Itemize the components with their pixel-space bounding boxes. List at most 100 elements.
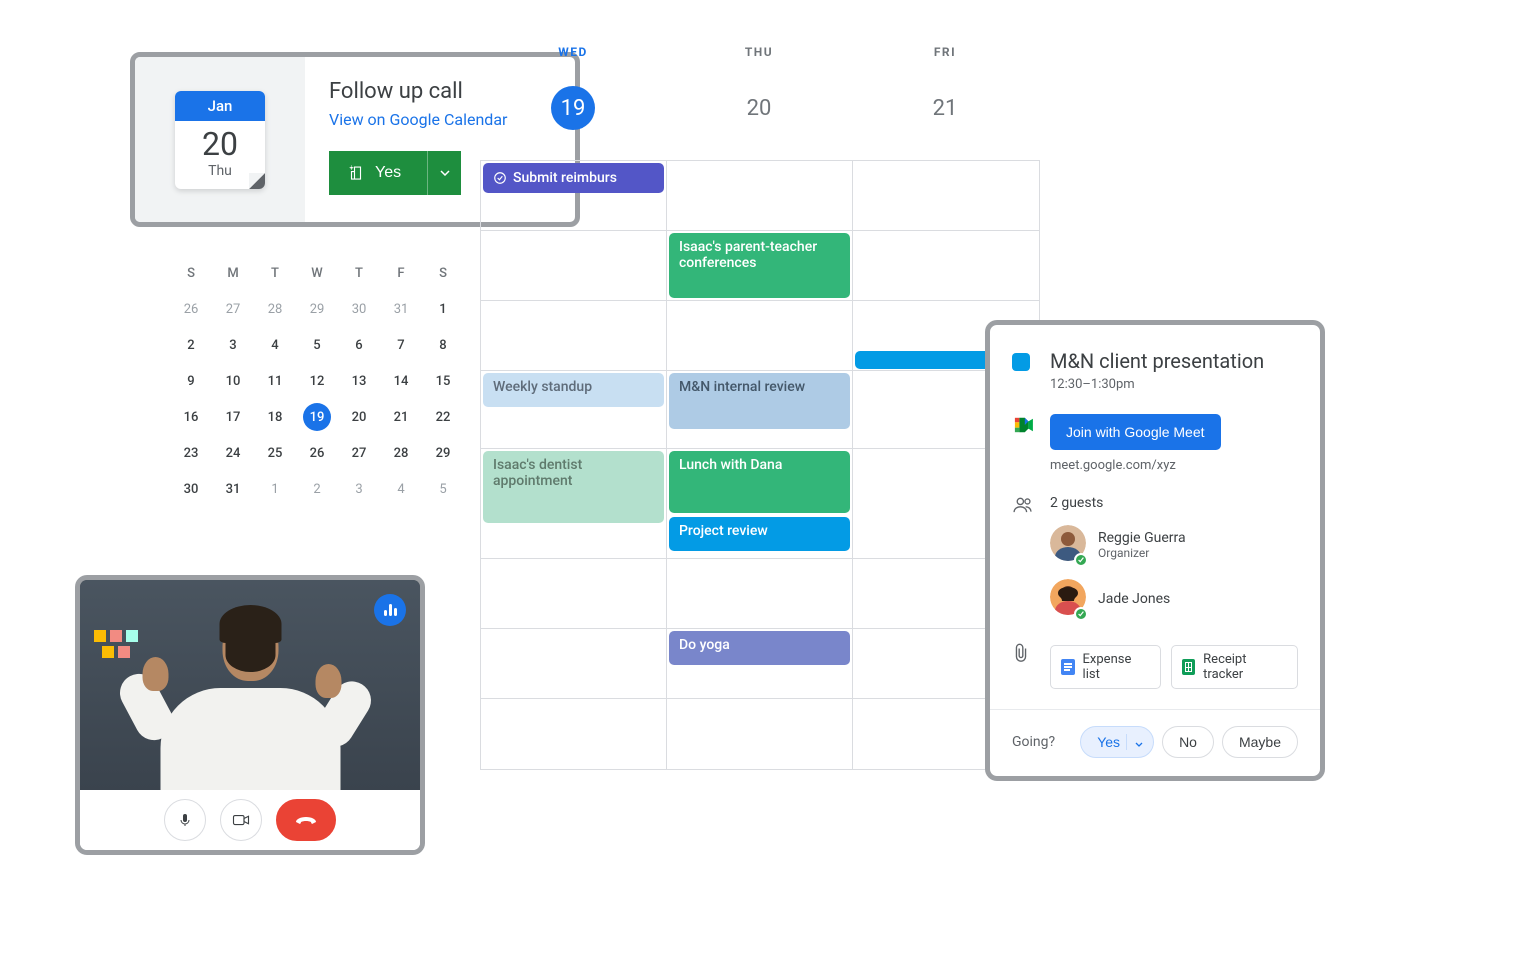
week-grid-body: Submit reimburs Isaac's parent-teacher c…: [480, 160, 1040, 770]
audio-activity-icon: [374, 594, 406, 626]
camera-button[interactable]: [220, 799, 262, 841]
docs-icon: [1061, 659, 1075, 675]
mini-cal-day[interactable]: 7: [380, 327, 422, 363]
mini-cal-day[interactable]: 21: [380, 399, 422, 435]
mini-cal-day[interactable]: 3: [338, 471, 380, 507]
week-dow-label: FRI: [852, 45, 1038, 59]
mini-cal-day[interactable]: 13: [338, 363, 380, 399]
camera-icon: [232, 813, 250, 827]
event-lunch-dana[interactable]: Lunch with Dana: [669, 451, 850, 513]
mini-cal-day[interactable]: 20: [338, 399, 380, 435]
mini-cal-day[interactable]: 12: [296, 363, 338, 399]
video-call-card: [75, 575, 425, 855]
event-isaac-conferences[interactable]: Isaac's parent-teacher conferences: [669, 233, 850, 298]
mini-cal-day[interactable]: 26: [170, 291, 212, 327]
mini-cal-day[interactable]: 19: [296, 399, 338, 435]
building-sparkle-icon: [347, 164, 365, 182]
caret-down-icon: [1126, 734, 1143, 750]
week-dow-label: THU: [666, 45, 852, 59]
mini-cal-day[interactable]: 24: [212, 435, 254, 471]
attachment-icon: [1012, 643, 1030, 663]
mini-cal-day[interactable]: 3: [212, 327, 254, 363]
mini-cal-day[interactable]: 17: [212, 399, 254, 435]
mini-cal-day[interactable]: 11: [254, 363, 296, 399]
mini-cal-day[interactable]: 22: [422, 399, 464, 435]
mini-cal-day[interactable]: 9: [170, 363, 212, 399]
sheets-icon: [1182, 659, 1196, 675]
mini-cal-day[interactable]: 10: [212, 363, 254, 399]
week-view: WED19THU 20 FRI 21 Submit reimburs Isaac's …: [480, 45, 1040, 770]
mini-cal-day[interactable]: 30: [170, 471, 212, 507]
mini-cal-day[interactable]: 29: [296, 291, 338, 327]
mini-cal-day[interactable]: 28: [380, 435, 422, 471]
video-controls: [80, 790, 420, 850]
mini-cal-day[interactable]: 4: [254, 327, 296, 363]
mini-cal-day[interactable]: 28: [254, 291, 296, 327]
accepted-check-icon: [1074, 607, 1088, 621]
mini-cal-day[interactable]: 2: [170, 327, 212, 363]
guests-icon: [1012, 497, 1034, 513]
guest-role: Organizer: [1098, 546, 1186, 560]
mini-cal-today[interactable]: 19: [303, 403, 331, 431]
mini-cal-day[interactable]: 29: [422, 435, 464, 471]
mini-cal-day[interactable]: 18: [254, 399, 296, 435]
mini-cal-day[interactable]: 16: [170, 399, 212, 435]
mini-cal-day[interactable]: 31: [380, 291, 422, 327]
going-label: Going?: [1012, 734, 1055, 750]
guest-name: Jade Jones: [1098, 591, 1170, 607]
mini-cal-dow: S: [170, 255, 212, 291]
event-do-yoga[interactable]: Do yoga: [669, 631, 850, 665]
attachment-expense-list[interactable]: Expense list: [1050, 645, 1161, 689]
mute-button[interactable]: [164, 799, 206, 841]
mini-cal-day[interactable]: 5: [296, 327, 338, 363]
mini-cal-day[interactable]: 5: [422, 471, 464, 507]
event-internal-review[interactable]: M&N internal review: [669, 373, 850, 429]
microphone-icon: [177, 812, 193, 828]
mini-cal-dow: T: [254, 255, 296, 291]
week-column-header[interactable]: WED19: [480, 45, 666, 130]
mini-cal-day[interactable]: 25: [254, 435, 296, 471]
rsvp-yes-pill[interactable]: Yes: [1080, 726, 1154, 758]
hangup-button[interactable]: [276, 799, 336, 841]
event-color-icon: [1012, 353, 1030, 371]
event-weekly-standup[interactable]: Weekly standup: [483, 373, 664, 407]
mini-cal-day[interactable]: 30: [338, 291, 380, 327]
rsvp-maybe-pill[interactable]: Maybe: [1222, 726, 1298, 758]
mini-cal-day[interactable]: 27: [338, 435, 380, 471]
mini-cal-day[interactable]: 4: [380, 471, 422, 507]
mini-calendar: SMTWTFS 26272829303112345678910111213141…: [170, 255, 470, 507]
mini-cal-day[interactable]: 27: [212, 291, 254, 327]
join-meet-button[interactable]: Join with Google Meet: [1050, 414, 1221, 450]
mini-cal-day[interactable]: 26: [296, 435, 338, 471]
mini-cal-day[interactable]: 14: [380, 363, 422, 399]
event-project-review[interactable]: Project review: [669, 517, 850, 551]
week-date-label: 21: [923, 86, 967, 130]
rsvp-yes-button[interactable]: Yes: [329, 151, 427, 195]
guests-count: 2 guests: [1050, 495, 1298, 511]
week-column-header[interactable]: FRI 21: [852, 45, 1038, 130]
meet-link: meet.google.com/xyz: [1050, 458, 1221, 473]
week-column-header[interactable]: THU 20: [666, 45, 852, 130]
video-participant: [123, 605, 378, 790]
event-submit-reimburs[interactable]: Submit reimburs: [483, 163, 664, 193]
event-time: 12:30–1:30pm: [1050, 377, 1264, 392]
rsvp-yes-label: Yes: [375, 164, 401, 182]
week-dow-label: WED: [480, 45, 666, 59]
week-date-label: 20: [737, 86, 781, 130]
google-meet-icon: [1012, 416, 1034, 434]
mini-cal-day[interactable]: 23: [170, 435, 212, 471]
rsvp-yes-dropdown[interactable]: [427, 151, 461, 195]
attachment-receipt-tracker[interactable]: Receipt tracker: [1171, 645, 1298, 689]
mini-cal-day[interactable]: 2: [296, 471, 338, 507]
accepted-check-icon: [1074, 553, 1088, 567]
mini-cal-day[interactable]: 31: [212, 471, 254, 507]
tearoff-month: Jan: [175, 91, 265, 121]
mini-cal-day[interactable]: 15: [422, 363, 464, 399]
mini-cal-day[interactable]: 1: [422, 291, 464, 327]
mini-cal-day[interactable]: 6: [338, 327, 380, 363]
event-dentist[interactable]: Isaac's dentist appointment: [483, 451, 664, 523]
rsvp-no-pill[interactable]: No: [1162, 726, 1214, 758]
mini-cal-day[interactable]: 8: [422, 327, 464, 363]
mini-cal-day[interactable]: 1: [254, 471, 296, 507]
mini-cal-dow: F: [380, 255, 422, 291]
